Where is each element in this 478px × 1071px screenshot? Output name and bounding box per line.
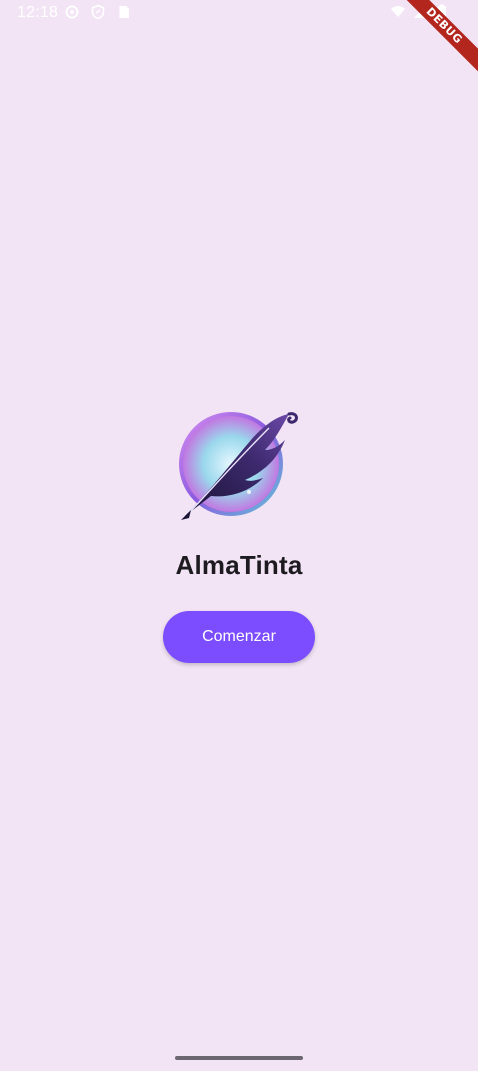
sim-card-icon	[116, 4, 132, 20]
app-title: AlmaTinta	[175, 550, 303, 580]
signal-icon	[412, 4, 428, 20]
settings-icon	[64, 4, 80, 20]
wifi-icon	[390, 4, 406, 20]
status-icons-left	[64, 4, 132, 20]
status-icons-right	[390, 4, 450, 20]
battery-icon	[434, 4, 450, 20]
feather-quill-icon	[177, 406, 301, 522]
status-bar: 12:18	[0, 0, 478, 26]
shield-icon	[90, 4, 106, 20]
gesture-nav-bar[interactable]	[175, 1056, 303, 1060]
welcome-content: AlmaTinta Comenzar	[0, 406, 478, 663]
start-button[interactable]: Comenzar	[163, 611, 315, 663]
status-time: 12:18	[17, 4, 59, 21]
